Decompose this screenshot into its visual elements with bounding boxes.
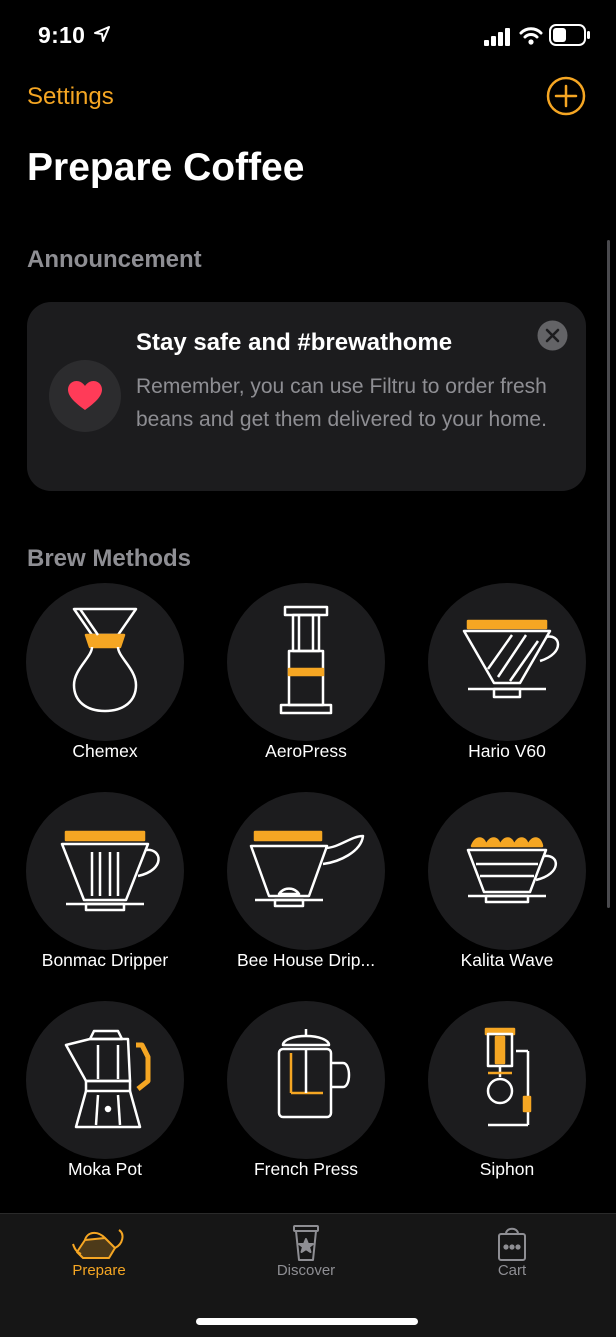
brew-method-label: Siphon xyxy=(479,1159,535,1179)
add-icon[interactable] xyxy=(546,76,586,116)
tab-label: Cart xyxy=(497,1262,527,1279)
tab-discover[interactable]: Discover xyxy=(236,1214,376,1289)
brew-method-aeropress[interactable]: AeroPress xyxy=(211,583,401,783)
brew-method-moka-pot[interactable]: Moka Pot xyxy=(10,1001,200,1201)
brew-method-label: Kalita Wave xyxy=(460,950,554,970)
chemex-icon xyxy=(72,607,138,713)
announcement-body: Remember, you can use Filtru to order fr… xyxy=(136,375,547,431)
bee-house-dripper-icon xyxy=(249,830,365,908)
brew-method-hario-v60[interactable]: Hario V60 xyxy=(412,583,602,783)
cellular-signal-icon xyxy=(484,28,510,46)
heart-icon xyxy=(68,381,102,410)
brew-method-label: French Press xyxy=(253,1159,359,1179)
aeropress-icon xyxy=(279,605,333,715)
hario-v60-icon xyxy=(462,619,560,699)
brew-method-bee-house-dripper[interactable]: Bee House Drip... xyxy=(211,792,401,992)
bonmac-dripper-icon xyxy=(60,830,160,912)
brew-method-label: Bonmac Dripper xyxy=(41,950,169,970)
announcement-card: Stay safe and #brewathome Remember, you … xyxy=(27,302,586,491)
tab-cart[interactable]: Cart xyxy=(442,1214,582,1289)
announcement-section-title: Announcement xyxy=(27,246,202,273)
shopping-bag-icon xyxy=(498,1227,526,1261)
home-indicator xyxy=(196,1318,418,1325)
wifi-icon xyxy=(519,27,543,45)
status-time: 9:10 xyxy=(38,22,86,48)
brew-method-siphon[interactable]: Siphon xyxy=(412,1001,602,1201)
location-arrow-icon xyxy=(94,26,110,42)
brew-method-label: Hario V60 xyxy=(468,741,546,761)
brew-method-bonmac-dripper[interactable]: Bonmac Dripper xyxy=(10,792,200,992)
cup-star-icon xyxy=(293,1225,319,1261)
settings-button[interactable]: Settings xyxy=(27,83,114,111)
announcement-title: Stay safe and #brewathome xyxy=(136,329,453,356)
brew-method-label: Moka Pot xyxy=(68,1159,142,1179)
tab-prepare[interactable]: Prepare xyxy=(29,1214,169,1289)
brew-method-label: Chemex xyxy=(72,741,138,761)
battery-icon xyxy=(549,24,590,46)
brew-method-label: AeroPress xyxy=(265,741,347,761)
brew-methods-section-title: Brew Methods xyxy=(27,545,192,572)
moka-pot-icon xyxy=(64,1029,151,1129)
brew-method-chemex[interactable]: Chemex xyxy=(10,583,200,783)
brew-method-french-press[interactable]: French Press xyxy=(211,1001,401,1201)
brew-method-kalita-wave[interactable]: Kalita Wave xyxy=(412,792,602,992)
scrollbar[interactable] xyxy=(607,240,610,908)
brew-method-label: Bee House Drip... xyxy=(236,950,376,970)
status-bar: 9:10 xyxy=(0,0,616,70)
heart-badge xyxy=(49,360,121,432)
kalita-wave-icon xyxy=(466,837,557,904)
tab-label: Prepare xyxy=(72,1262,126,1279)
kettle-icon xyxy=(72,1229,124,1259)
close-icon[interactable] xyxy=(537,320,568,351)
tab-label: Discover xyxy=(276,1262,336,1279)
page-title: Prepare Coffee xyxy=(27,146,305,189)
french-press-icon xyxy=(277,1029,351,1119)
siphon-icon xyxy=(484,1027,532,1127)
